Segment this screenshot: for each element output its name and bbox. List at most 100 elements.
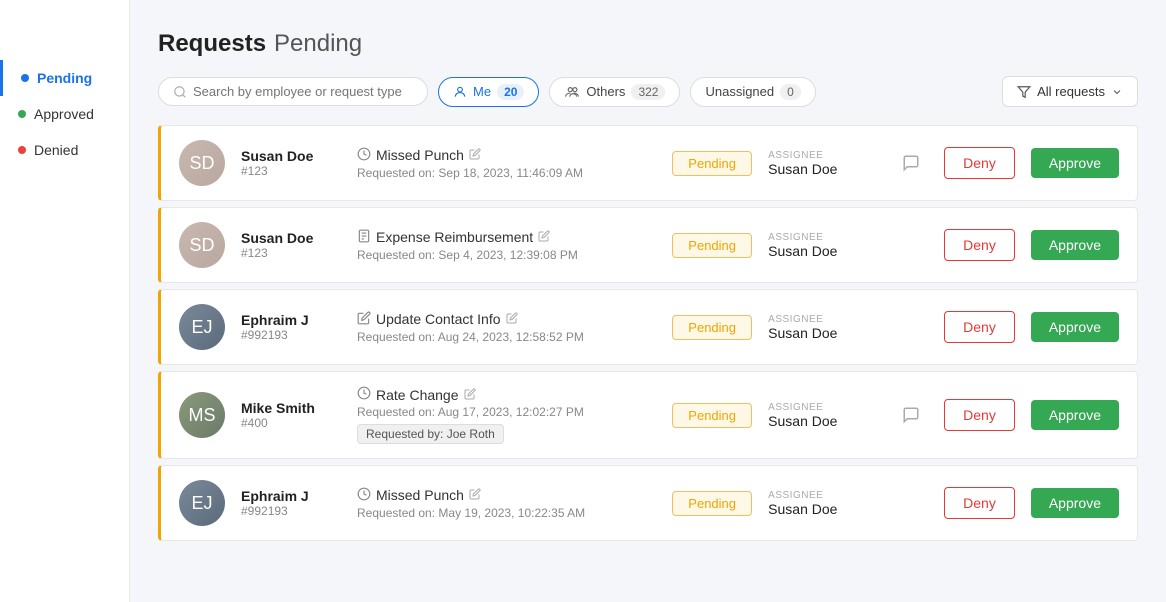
edit-icon: [469, 487, 481, 503]
page-header: Requests Pending: [158, 30, 1138, 58]
page-status: Pending: [274, 30, 362, 58]
status-badge: Pending: [672, 233, 752, 258]
table-row: SD Susan Doe #123 Expense Reimbursement …: [158, 207, 1138, 283]
filter-others-label: Others: [586, 84, 625, 99]
pending-dot: [21, 74, 29, 82]
assignee-block: ASSIGNEE Susan Doe: [768, 402, 878, 429]
assignee-block: ASSIGNEE Susan Doe: [768, 150, 878, 177]
request-date: Requested on: May 19, 2023, 10:22:35 AM: [357, 506, 656, 520]
employee-name: Susan Doe: [241, 230, 341, 246]
avatar: EJ: [179, 480, 225, 526]
search-input[interactable]: [193, 84, 413, 99]
employee-info: Mike Smith #400: [241, 400, 341, 430]
assignee-label: ASSIGNEE: [768, 314, 878, 325]
filter-unassigned-button[interactable]: Unassigned 0: [690, 77, 815, 107]
employee-name: Susan Doe: [241, 148, 341, 164]
status-badge: Pending: [672, 315, 752, 340]
request-type-label: Update Contact Info: [376, 311, 501, 327]
avatar: SD: [179, 140, 225, 186]
filter-icon: [1017, 85, 1031, 99]
table-row: EJ Ephraim J #992193 Update Contact Info…: [158, 289, 1138, 365]
sidebar-label-denied: Denied: [34, 142, 78, 158]
employee-id: #992193: [241, 328, 341, 342]
employee-name: Mike Smith: [241, 400, 341, 416]
assignee-label: ASSIGNEE: [768, 402, 878, 413]
sidebar-item-approved[interactable]: Approved: [0, 96, 129, 132]
deny-button[interactable]: Deny: [944, 311, 1015, 343]
status-badge: Pending: [672, 403, 752, 428]
search-icon: [173, 85, 187, 99]
sidebar-item-pending[interactable]: Pending: [0, 60, 129, 96]
request-type-label: Expense Reimbursement: [376, 229, 533, 245]
sidebar-label-approved: Approved: [34, 106, 94, 122]
assignee-name: Susan Doe: [768, 325, 878, 341]
assignee-block: ASSIGNEE Susan Doe: [768, 490, 878, 517]
assignee-name: Susan Doe: [768, 501, 878, 517]
request-type: Expense Reimbursement: [357, 229, 656, 246]
type-icon: [357, 147, 371, 164]
type-icon: [357, 229, 371, 246]
type-icon: [357, 311, 371, 328]
filter-me-label: Me: [473, 84, 491, 99]
sidebar-label-pending: Pending: [37, 70, 92, 86]
filter-me-count: 20: [497, 84, 524, 100]
employee-info: Susan Doe #123: [241, 230, 341, 260]
deny-button[interactable]: Deny: [944, 399, 1015, 431]
assignee-label: ASSIGNEE: [768, 232, 878, 243]
status-badge: Pending: [672, 151, 752, 176]
all-requests-label: All requests: [1037, 84, 1105, 99]
table-row: MS Mike Smith #400 Rate Change Requested…: [158, 371, 1138, 459]
approve-button[interactable]: Approve: [1031, 400, 1119, 430]
approve-button[interactable]: Approve: [1031, 488, 1119, 518]
edit-icon: [464, 387, 476, 403]
employee-id: #400: [241, 416, 341, 430]
deny-button[interactable]: Deny: [944, 487, 1015, 519]
all-requests-button[interactable]: All requests: [1002, 76, 1138, 107]
filter-me-button[interactable]: Me 20: [438, 77, 539, 107]
filter-others-button[interactable]: Others 322: [549, 77, 680, 107]
employee-info: Ephraim J #992193: [241, 488, 341, 518]
avatar: SD: [179, 222, 225, 268]
request-details: Rate Change Requested on: Aug 17, 2023, …: [357, 386, 656, 444]
search-box[interactable]: [158, 77, 428, 106]
request-type: Rate Change: [357, 386, 656, 403]
filter-unassigned-label: Unassigned: [705, 84, 774, 99]
status-badge: Pending: [672, 491, 752, 516]
request-details: Missed Punch Requested on: Sep 18, 2023,…: [357, 147, 656, 180]
deny-button[interactable]: Deny: [944, 147, 1015, 179]
assignee-block: ASSIGNEE Susan Doe: [768, 314, 878, 341]
sidebar-item-denied[interactable]: Denied: [0, 132, 129, 168]
comment-icon[interactable]: [902, 406, 920, 424]
request-date: Requested on: Aug 24, 2023, 12:58:52 PM: [357, 330, 656, 344]
filter-bar: Me 20 Others 322 Unassigned 0 All reques…: [158, 76, 1138, 107]
approve-button[interactable]: Approve: [1031, 148, 1119, 178]
request-type: Missed Punch: [357, 147, 656, 164]
chevron-down-icon: [1111, 86, 1123, 98]
employee-id: #123: [241, 164, 341, 178]
avatar: MS: [179, 392, 225, 438]
type-icon: [357, 487, 371, 504]
main-content: Requests Pending Me 20 Others 322 Unassi…: [130, 0, 1166, 602]
request-type-label: Rate Change: [376, 387, 459, 403]
deny-button[interactable]: Deny: [944, 229, 1015, 261]
request-type-label: Missed Punch: [376, 147, 464, 163]
request-details: Update Contact Info Requested on: Aug 24…: [357, 311, 656, 344]
assignee-name: Susan Doe: [768, 413, 878, 429]
table-row: SD Susan Doe #123 Missed Punch Requested…: [158, 125, 1138, 201]
filter-others-count: 322: [631, 84, 665, 100]
edit-icon: [506, 311, 518, 327]
employee-id: #123: [241, 246, 341, 260]
employee-name: Ephraim J: [241, 488, 341, 504]
request-type-label: Missed Punch: [376, 487, 464, 503]
request-date: Requested on: Sep 18, 2023, 11:46:09 AM: [357, 166, 656, 180]
approve-button[interactable]: Approve: [1031, 312, 1119, 342]
group-icon: [564, 85, 580, 99]
page-title: Requests: [158, 30, 266, 58]
requested-by-tag: Requested by: Joe Roth: [357, 424, 504, 444]
comment-icon[interactable]: [902, 154, 920, 172]
person-icon: [453, 85, 467, 99]
edit-icon: [469, 147, 481, 163]
sidebar: Pending Approved Denied: [0, 0, 130, 602]
request-type: Missed Punch: [357, 487, 656, 504]
approve-button[interactable]: Approve: [1031, 230, 1119, 260]
